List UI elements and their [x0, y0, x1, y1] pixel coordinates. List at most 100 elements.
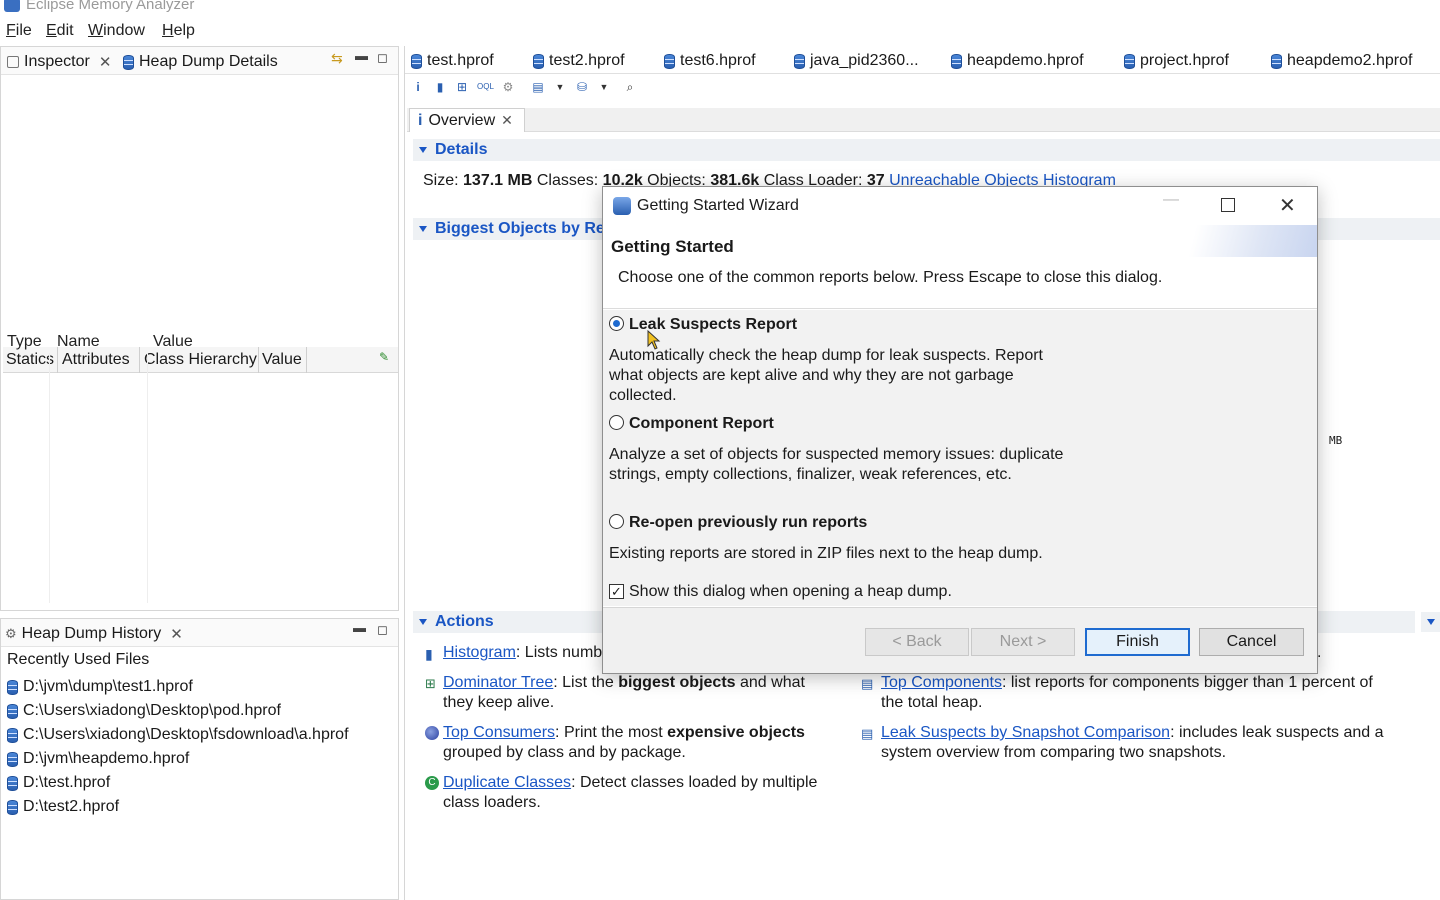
- action-top-consumers: Top Consumers: Print the most expensive …: [443, 724, 805, 761]
- snapshot-comparison-icon: ▤: [861, 726, 874, 741]
- duplicate-classes-icon: C: [425, 776, 439, 790]
- database-icon: [533, 53, 544, 69]
- minimize-icon[interactable]: ▬: [353, 620, 366, 635]
- list-item[interactable]: D:\jvm\dump\test1.hprof: [7, 675, 397, 699]
- close-icon[interactable]: ✕: [501, 112, 513, 129]
- leak-suspects-desc: Automatically check the heap dump for le…: [609, 347, 1043, 404]
- dialog-heading: Getting Started: [611, 237, 734, 256]
- reports-icon[interactable]: ▤: [531, 80, 545, 94]
- tab-file[interactable]: test.hprof: [411, 50, 494, 72]
- heap-dump-history-panel: ⚙ Heap Dump History ✕ ▬ ◻ Recently Used …: [0, 618, 399, 900]
- dialog-title: Getting Started Wizard: [637, 197, 799, 214]
- link-with-editor-icon[interactable]: ⇆: [331, 50, 343, 67]
- query-browser-icon[interactable]: ⛁: [575, 80, 589, 94]
- column-value[interactable]: Value: [153, 333, 193, 351]
- app-title: Eclipse Memory Analyzer: [26, 0, 195, 13]
- finish-button[interactable]: Finish: [1085, 628, 1190, 656]
- database-icon: [1271, 53, 1282, 69]
- collapse-triangle-icon: [419, 619, 427, 625]
- next-button[interactable]: Next >: [971, 628, 1075, 656]
- list-item[interactable]: D:\jvm\heapdemo.hprof: [7, 747, 397, 771]
- wizard-icon: [613, 197, 631, 215]
- chevron-down-icon[interactable]: [1421, 612, 1440, 632]
- component-report-title[interactable]: Component Report: [629, 415, 774, 433]
- minimize-icon[interactable]: —: [1163, 191, 1179, 209]
- back-button[interactable]: < Back: [865, 628, 969, 656]
- list-item[interactable]: C:\Users\xiadong\Desktop\fsdownload\a.hp…: [7, 723, 397, 747]
- tab-class-hierarchy[interactable]: Class Hierarchy: [144, 351, 257, 369]
- maximize-icon[interactable]: ◻: [377, 50, 388, 66]
- info-icon[interactable]: i: [411, 80, 425, 94]
- tab-file[interactable]: heapdemo.hprof: [951, 50, 1084, 72]
- tab-file[interactable]: java_pid2360...: [794, 50, 919, 72]
- component-report-radio[interactable]: [609, 415, 624, 430]
- list-item[interactable]: D:\test.hprof: [7, 771, 397, 795]
- settings-gear-icon[interactable]: ⚙: [501, 80, 515, 94]
- file-tabs: test.hprof test2.hprof test6.hprof java_…: [405, 46, 1440, 74]
- menu-bar: File Edit Window Help: [0, 20, 1440, 44]
- dialog-subtitle: Choose one of the common reports below. …: [618, 269, 1163, 286]
- histogram-icon[interactable]: ▮: [433, 80, 447, 94]
- database-icon: [1124, 53, 1135, 69]
- menu-file[interactable]: File: [6, 22, 32, 40]
- tab-file[interactable]: test6.hprof: [664, 50, 756, 72]
- list-item[interactable]: D:\test2.hprof: [7, 795, 397, 819]
- database-icon: [7, 703, 18, 719]
- reopen-reports-desc: Existing reports are stored in ZIP files…: [609, 545, 1043, 562]
- tab-overview[interactable]: i Overview ✕: [409, 108, 525, 132]
- column-name[interactable]: Name: [57, 333, 100, 351]
- database-icon: [664, 53, 675, 69]
- show-dialog-checkbox[interactable]: ✓: [609, 584, 624, 599]
- chevron-down-icon[interactable]: ▼: [597, 80, 611, 94]
- tab-inspector[interactable]: Inspector ✕: [7, 51, 111, 73]
- chevron-down-icon[interactable]: ▼: [553, 80, 567, 94]
- list-item[interactable]: C:\Users\xiadong\Desktop\pod.hprof: [7, 699, 397, 723]
- reopen-reports-title[interactable]: Re-open previously run reports: [629, 514, 867, 532]
- chart-label-fragment: MB: [1329, 434, 1343, 447]
- tab-heap-dump-history[interactable]: ⚙ Heap Dump History ✕: [5, 623, 183, 645]
- dominator-tree-icon[interactable]: ⊞: [455, 80, 469, 94]
- reopen-reports-radio[interactable]: [609, 514, 624, 529]
- dialog-titlebar[interactable]: Getting Started Wizard — ✕: [603, 187, 1317, 225]
- close-icon[interactable]: ✕: [1279, 193, 1296, 218]
- pin-icon[interactable]: ✎: [379, 350, 389, 364]
- column-type[interactable]: Type: [7, 333, 42, 351]
- minimize-icon[interactable]: ▬: [355, 48, 368, 63]
- getting-started-dialog: Getting Started Wizard — ✕ Getting Start…: [602, 186, 1318, 674]
- database-icon: [794, 53, 805, 69]
- search-icon[interactable]: ⌕: [623, 80, 637, 94]
- column-divider: [49, 353, 50, 603]
- action-histogram: Histogram: Lists numb: [443, 644, 603, 661]
- inspector-panel: Inspector ✕ Heap Dump Details ⇆ ▬ ◻ Stat…: [0, 46, 399, 611]
- close-icon[interactable]: ✕: [99, 53, 112, 71]
- show-dialog-label[interactable]: Show this dialog when opening a heap dum…: [629, 583, 952, 601]
- menu-edit[interactable]: Edit: [46, 22, 74, 40]
- tab-file[interactable]: test2.hprof: [533, 50, 625, 72]
- maximize-icon[interactable]: [1221, 198, 1235, 212]
- info-icon: i: [418, 111, 423, 129]
- menu-help[interactable]: Help: [162, 22, 195, 40]
- collapse-triangle-icon: [419, 226, 427, 232]
- dialog-button-bar: < Back Next > Finish Cancel: [603, 607, 1317, 673]
- menu-window[interactable]: Window: [88, 22, 145, 40]
- tab-file[interactable]: heapdemo2.hprof: [1271, 50, 1412, 72]
- database-icon: [411, 53, 422, 69]
- component-report-desc: Analyze a set of objects for suspected m…: [609, 446, 1064, 483]
- app-icon: [4, 0, 20, 12]
- tab-value[interactable]: Value: [262, 351, 302, 369]
- leak-suspects-radio[interactable]: [609, 316, 624, 331]
- column-divider: [147, 353, 148, 603]
- tab-file[interactable]: project.hprof: [1124, 50, 1229, 72]
- database-icon: [7, 751, 18, 767]
- tab-heap-dump-details[interactable]: Heap Dump Details: [123, 51, 278, 73]
- collapse-triangle-icon: [419, 147, 427, 153]
- maximize-icon[interactable]: ◻: [377, 622, 388, 638]
- oql-icon[interactable]: OQL: [477, 80, 494, 94]
- tab-attributes[interactable]: Attributes: [62, 351, 130, 369]
- close-icon[interactable]: ✕: [170, 625, 183, 643]
- history-tab-row: ⚙ Heap Dump History ✕ ▬ ◻: [1, 619, 398, 647]
- cancel-button[interactable]: Cancel: [1199, 628, 1304, 656]
- details-section-header[interactable]: Details: [413, 139, 1440, 161]
- history-icon: ⚙: [5, 626, 17, 641]
- tab-statics[interactable]: Statics: [6, 351, 54, 369]
